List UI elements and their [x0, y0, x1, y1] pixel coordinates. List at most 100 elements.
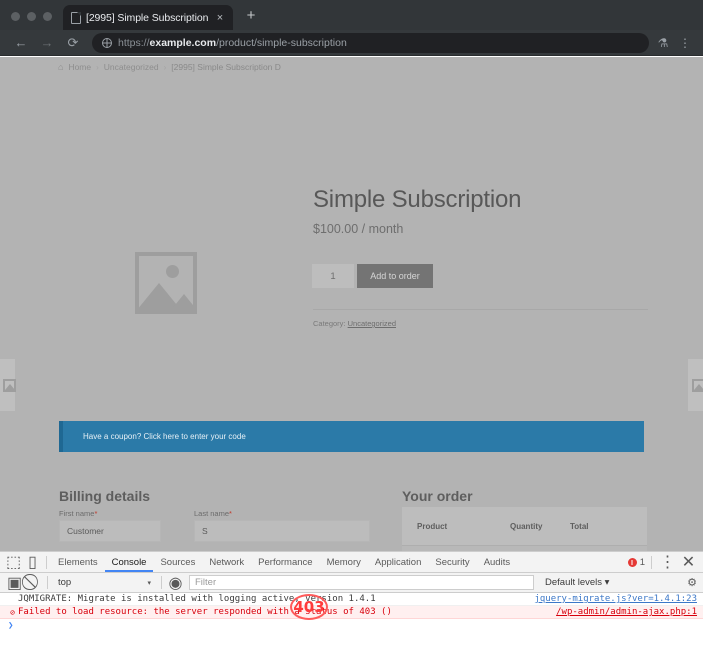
browser-toolbar: ← → ⟳ https://example.com/product/simple… [0, 30, 703, 56]
placeholder-mountain-small [171, 294, 193, 310]
home-icon: ⌂ [58, 62, 64, 72]
url-path: /product/simple-subscription [216, 36, 347, 49]
device-toolbar-icon[interactable]: ▯ [23, 553, 42, 572]
browser-tab-bar: [2995] Simple Subscription D × + [0, 0, 703, 30]
browser-window: [2995] Simple Subscription D × + ← → ⟳ h… [0, 0, 703, 651]
console-message-source-link[interactable]: /wp-admin/admin-ajax.php:1 [556, 606, 697, 619]
devtools-tab-bar: ⬚ ▯ Elements Console Sources Network Per… [0, 552, 703, 573]
browser-tab-title: [2995] Simple Subscription D [86, 11, 208, 24]
close-tab-icon[interactable]: × [213, 11, 227, 25]
toolbar-actions: ⚗ ⋮ [653, 32, 695, 54]
chevron-down-icon: ▾ [147, 579, 151, 587]
first-name-label-text: First name [59, 509, 95, 518]
tab-performance[interactable]: Performance [251, 552, 319, 572]
page-viewport: ⌂ Home › Uncategorized › [2995] Simple S… [0, 57, 703, 551]
coupon-notice-text[interactable]: Have a coupon? Click here to enter your … [63, 432, 246, 441]
breadcrumb-item-home[interactable]: Home [68, 62, 91, 72]
category-link[interactable]: Uncategorized [348, 319, 396, 328]
browser-tab[interactable]: [2995] Simple Subscription D × [63, 5, 233, 30]
tab-audits[interactable]: Audits [477, 552, 517, 572]
close-devtools-icon[interactable]: ✕ [679, 553, 698, 572]
column-header-product: Product [417, 521, 448, 531]
column-header-total: Total [570, 521, 589, 531]
breadcrumb-item-current: [2995] Simple Subscription D [171, 62, 281, 72]
reload-button[interactable]: ⟳ [60, 31, 86, 55]
breadcrumb: ⌂ Home › Uncategorized › [2995] Simple S… [58, 62, 281, 72]
coupon-notice[interactable]: Have a coupon? Click here to enter your … [59, 421, 644, 452]
close-window-button[interactable] [11, 12, 20, 21]
breadcrumb-item-category[interactable]: Uncategorized [104, 62, 159, 72]
your-order-heading: Your order [402, 487, 473, 504]
tab-security[interactable]: Security [428, 552, 476, 572]
product-image[interactable] [135, 252, 197, 314]
last-name-label: Last name* [194, 509, 232, 518]
window-controls[interactable] [0, 12, 63, 30]
tab-application[interactable]: Application [368, 552, 428, 572]
error-icon: ⊘ [10, 607, 15, 617]
image-placeholder-icon [3, 379, 16, 392]
console-toolbar: ▣ ⃠ top ▾ ◉ Filter Default levels ▾ ⚙ [0, 573, 703, 593]
table-header-row: Product Quantity Total [402, 507, 647, 545]
log-levels-dropdown[interactable]: Default levels ▾ [545, 577, 609, 588]
product-category: Category: Uncategorized [313, 319, 396, 328]
order-summary-table: Product Quantity Total Cart Subtotal $0.… [402, 507, 647, 551]
divider [161, 576, 162, 589]
browser-menu-icon[interactable]: ⋮ [675, 32, 695, 54]
billing-details-heading: Billing details [59, 487, 151, 504]
first-name-field[interactable]: Customer [59, 520, 161, 542]
url-scheme: https:// [118, 36, 150, 49]
clear-console-icon[interactable]: ⃠ [24, 573, 43, 592]
breadcrumb-separator: › [163, 62, 167, 72]
error-count-badge[interactable]: 1 [627, 556, 645, 568]
tab-memory[interactable]: Memory [320, 552, 368, 572]
last-name-field[interactable]: S [194, 520, 370, 542]
first-name-label: First name* [59, 509, 97, 518]
error-count-value: 1 [639, 556, 645, 568]
address-bar-url: https://example.com/product/simple-subsc… [118, 37, 347, 49]
product-price: $100.00 / month [313, 222, 404, 236]
devtools-tab-actions: 1 ⋮ ✕ [627, 553, 703, 572]
console-filter-input[interactable]: Filter [189, 575, 534, 590]
forward-button[interactable]: → [34, 31, 60, 55]
live-expression-icon[interactable]: ◉ [166, 573, 185, 592]
add-to-order-button[interactable]: Add to order [357, 264, 433, 288]
execution-context-value: top [58, 577, 72, 588]
execution-context-select[interactable]: top ▾ [52, 577, 157, 588]
back-button[interactable]: ← [8, 31, 34, 55]
new-tab-button[interactable]: + [238, 3, 264, 29]
maximize-window-button[interactable] [43, 12, 52, 21]
document-icon [71, 11, 81, 24]
tab-console[interactable]: Console [105, 552, 154, 572]
inspect-element-icon[interactable]: ⬚ [4, 553, 23, 572]
console-sidebar-icon[interactable]: ▣ [5, 573, 24, 592]
tab-sources[interactable]: Sources [153, 552, 202, 572]
devtools-settings-icon[interactable]: ⚙ [687, 576, 703, 589]
divider [651, 555, 652, 569]
console-message-log[interactable]: JQMIGRATE: Migrate is installed with log… [0, 593, 703, 606]
column-header-quantity: Quantity [510, 521, 543, 531]
tab-network[interactable]: Network [202, 552, 251, 572]
globe-icon [102, 37, 112, 48]
console-input-prompt[interactable]: ❯ [0, 619, 703, 633]
image-placeholder-icon [135, 252, 197, 314]
last-name-label-text: Last name [194, 509, 230, 518]
related-product-peek-left[interactable] [0, 358, 16, 412]
log-levels-value: Default levels [545, 577, 603, 588]
tab-elements[interactable]: Elements [51, 552, 105, 572]
cast-icon[interactable]: ⚗ [653, 32, 673, 54]
console-message-source-link[interactable]: jquery-migrate.js?ver=1.4.1:23 [534, 593, 697, 606]
error-icon [627, 557, 637, 567]
minimize-window-button[interactable] [27, 12, 36, 21]
page-title: Simple Subscription [313, 186, 522, 214]
divider [46, 555, 47, 569]
console-message-error[interactable]: ⊘ Failed to load resource: the server re… [0, 606, 703, 619]
address-bar[interactable]: https://example.com/product/simple-subsc… [92, 32, 649, 53]
quantity-input[interactable]: 1 [312, 264, 354, 288]
required-marker: * [229, 509, 232, 518]
console-message-text: Failed to load resource: the server resp… [18, 607, 392, 617]
devtools-menu-icon[interactable]: ⋮ [658, 553, 677, 572]
related-product-peek-right[interactable] [687, 358, 703, 412]
placeholder-sun [166, 265, 179, 278]
category-label: Category: [313, 319, 346, 328]
url-domain: example.com [149, 36, 217, 49]
